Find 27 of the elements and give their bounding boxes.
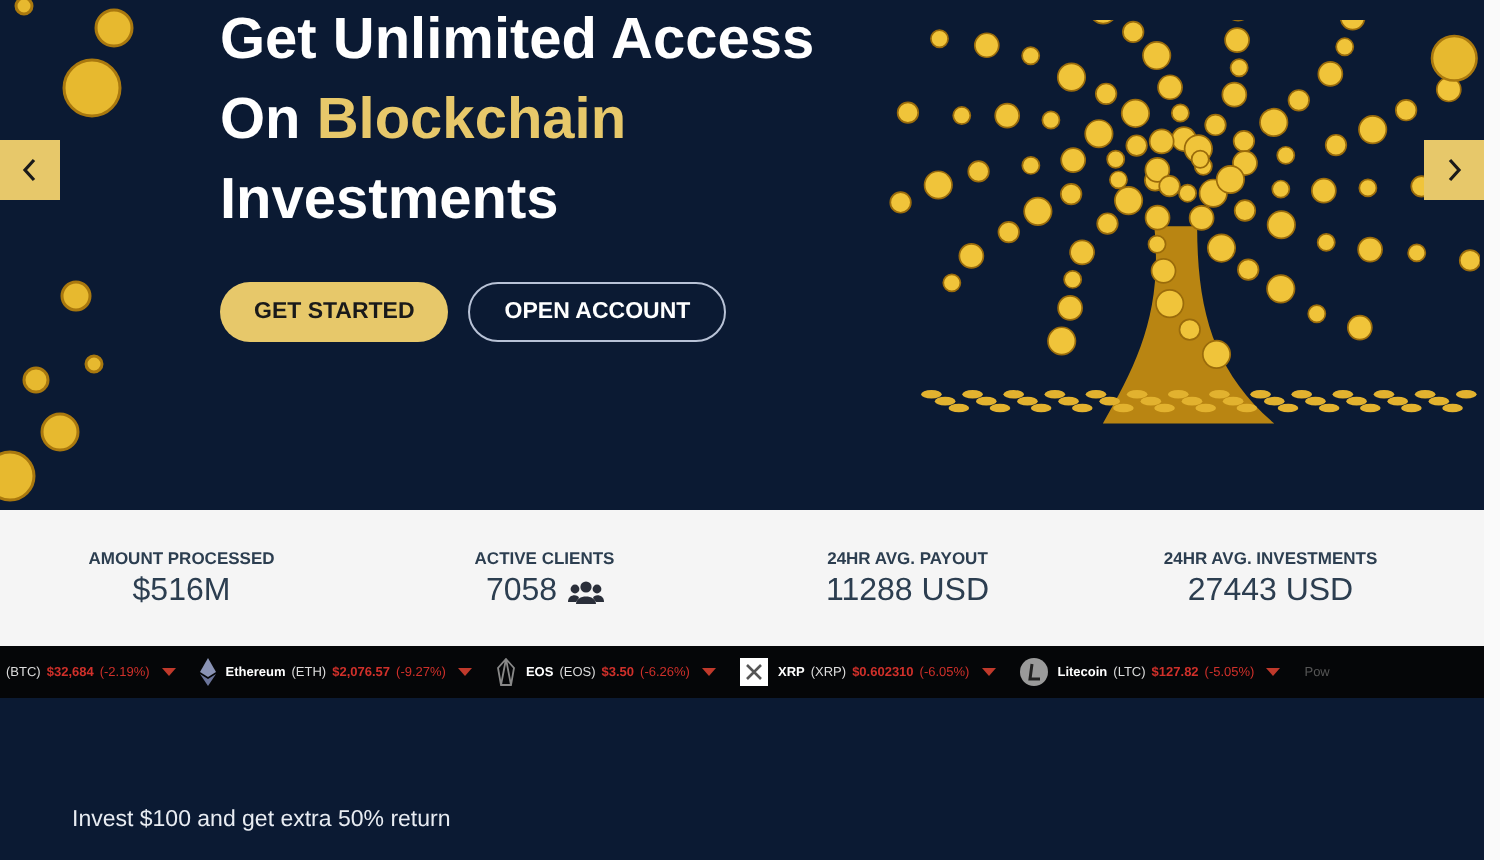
stat-value: 7058 (485, 573, 558, 609)
get-started-button[interactable]: GET STARTED (220, 282, 449, 342)
x-icon (739, 658, 768, 686)
stat-value: $516M (132, 573, 231, 609)
litecoin-icon (1019, 658, 1048, 686)
previous-button[interactable] (0, 140, 60, 200)
stat-label: AMOUNT PROCESSED (88, 547, 275, 567)
eos-icon (495, 658, 516, 686)
open-account-button[interactable]: OPEN ACCOUNT (468, 282, 727, 342)
next-button[interactable] (1424, 140, 1484, 200)
caret-down-icon (161, 668, 176, 676)
stat-label: 24HR AVG. PAYOUT (827, 547, 988, 567)
ethereum-icon (199, 658, 216, 686)
promo-text: Invest $100 and get extra 50% return (72, 808, 451, 832)
caret-down-icon (701, 668, 716, 676)
users-icon (567, 579, 604, 603)
scrollbar[interactable] (1484, 0, 1500, 860)
caret-down-icon (981, 668, 996, 676)
stat-label: ACTIVE CLIENTS (474, 547, 615, 567)
stat-label: 24HR AVG. INVESTMENTS (1163, 547, 1378, 567)
stat-value: 11288 USD (825, 573, 990, 609)
caret-down-icon (1266, 668, 1281, 676)
chevron-right-icon (1446, 158, 1462, 182)
headline: Get Unlimited Access On Blockchain Investments (220, 6, 815, 236)
stat-value: 27443 USD (1187, 573, 1354, 609)
chevron-left-icon (22, 158, 38, 182)
caret-down-icon (457, 668, 472, 676)
